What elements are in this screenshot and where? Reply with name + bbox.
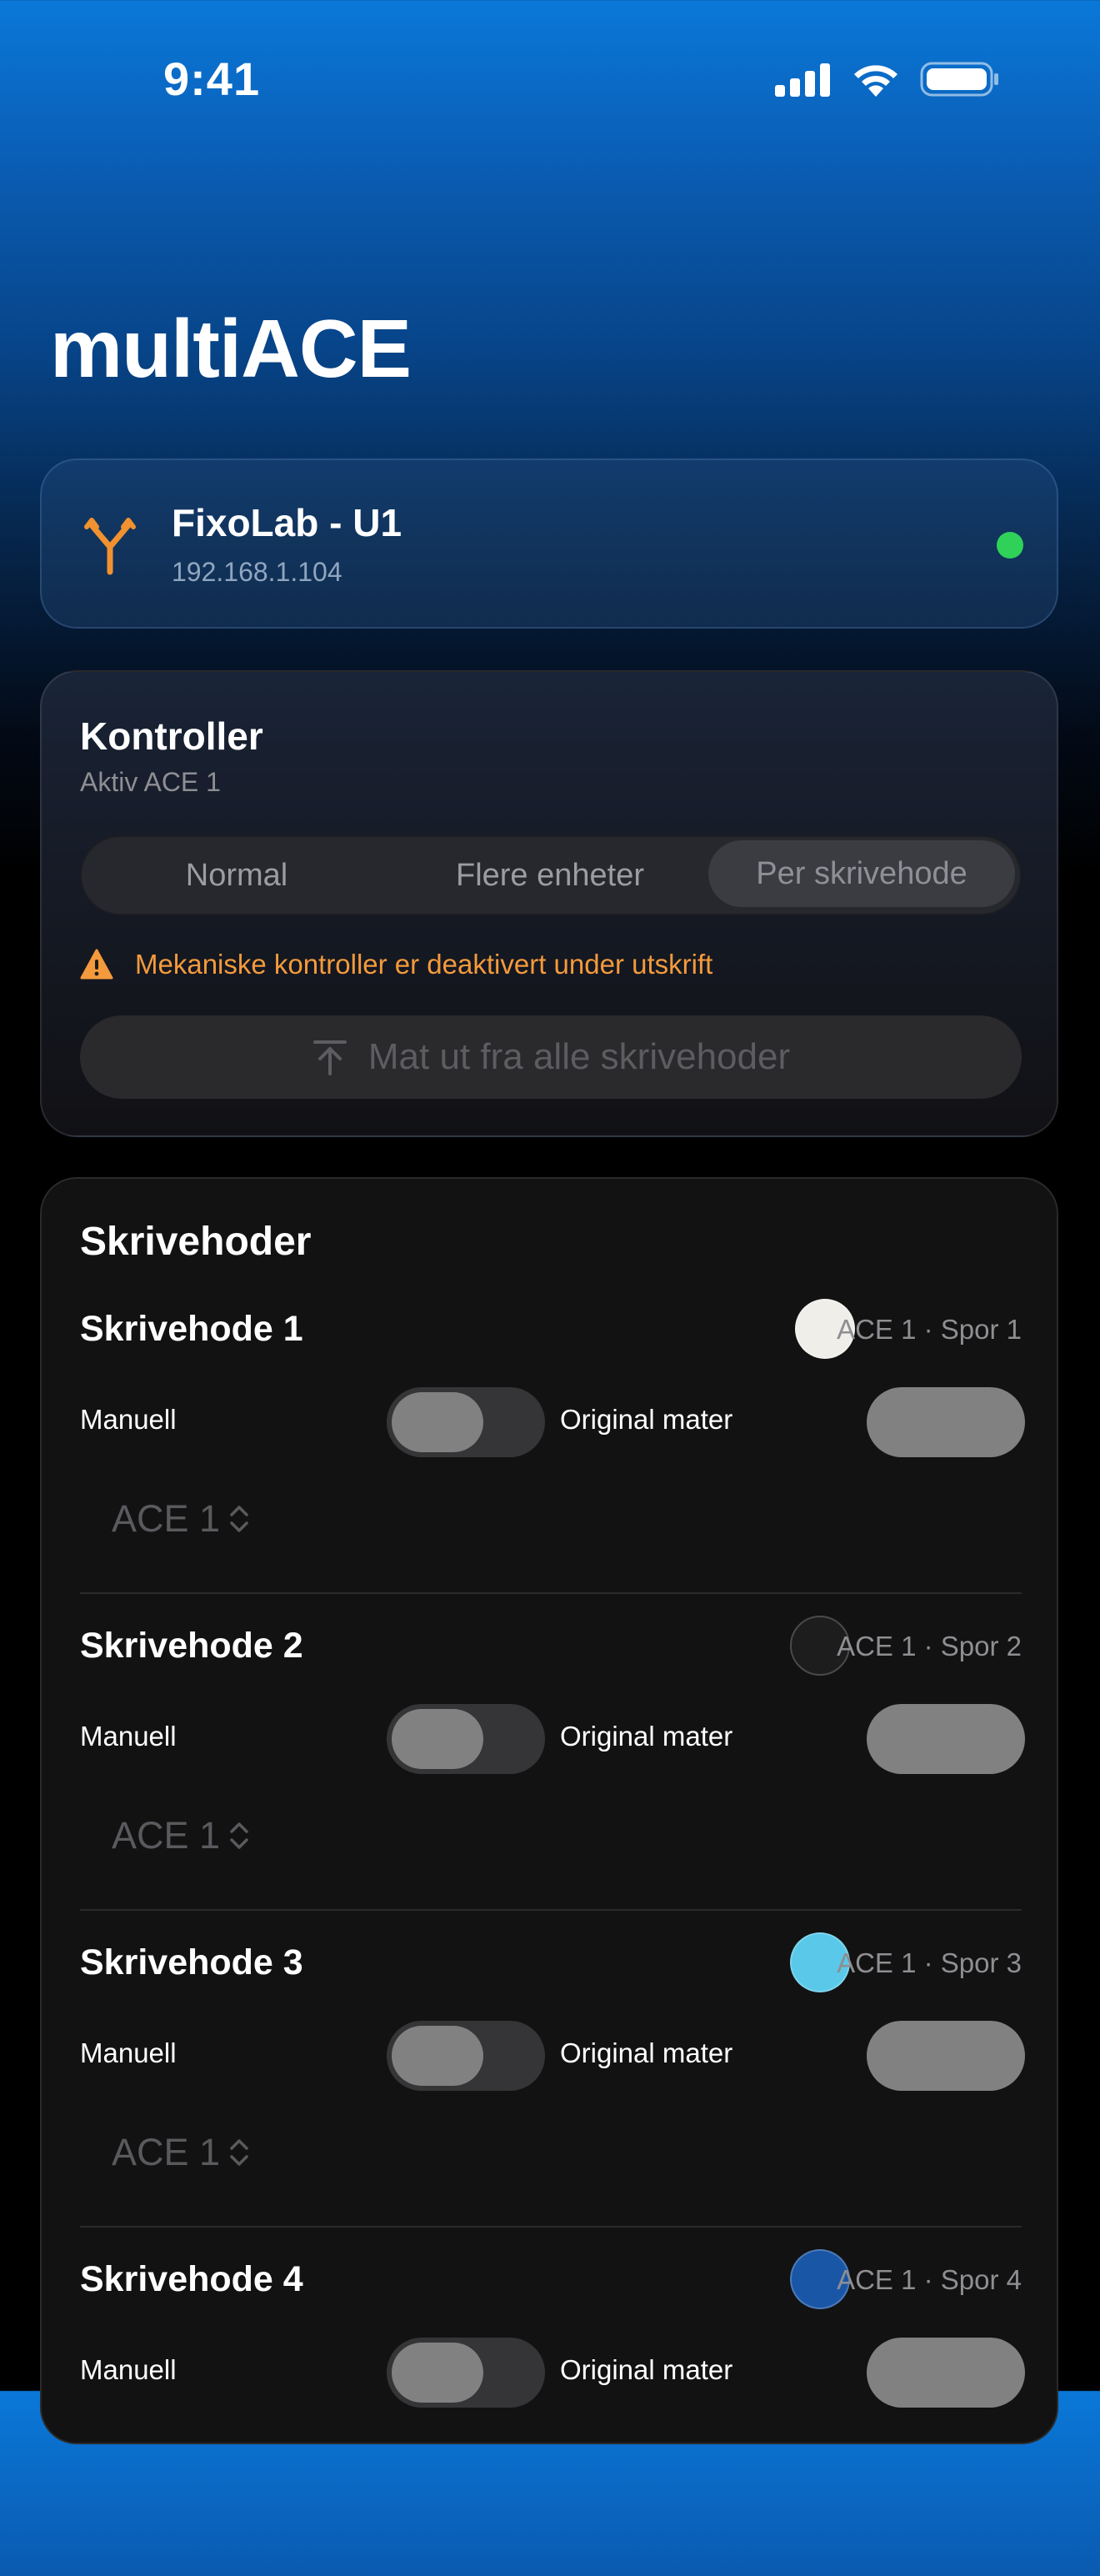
original-feeder-toggle[interactable]: [867, 1387, 1025, 1457]
page-title: multiACE: [50, 303, 412, 394]
segment-normal[interactable]: Normal: [82, 837, 392, 914]
original-feeder-toggle[interactable]: [867, 2021, 1025, 2091]
printhead-row: Skrivehode 1 ACE 1 · Spor 1 Manuell Orig…: [80, 1299, 1025, 1626]
manual-label: Manuell: [80, 1721, 177, 1752]
ace-select[interactable]: ACE 1: [112, 1497, 250, 1541]
original-feeder-toggle[interactable]: [867, 2338, 1025, 2408]
manual-toggle[interactable]: [387, 1387, 545, 1457]
manual-label: Manuell: [80, 2037, 177, 2068]
divider: [80, 2226, 1022, 2228]
printheads-card: Skrivehoder Skrivehode 1 ACE 1 · Spor 1 …: [40, 1177, 1058, 2444]
printhead-row: Skrivehode 3 ACE 1 · Spor 3 Manuell Orig…: [80, 1932, 1025, 2259]
chevron-up-down-icon: [230, 1822, 248, 1849]
ace-select-value: ACE 1: [112, 2131, 221, 2173]
controls-title: Kontroller: [80, 714, 263, 758]
ace-select[interactable]: ACE 1: [112, 2131, 250, 2174]
status-icons: [775, 58, 1000, 100]
wifi-icon: [854, 65, 898, 97]
original-feeder-label: Original mater: [560, 1404, 733, 1435]
warning-icon: [80, 949, 113, 980]
printhead-slot: ACE 1 · Spor 3: [837, 1947, 1022, 1978]
printhead-slot: ACE 1 · Spor 4: [837, 2264, 1022, 2295]
divider: [80, 1909, 1022, 1911]
toggle-knob: [392, 2343, 483, 2403]
eject-up-icon: [312, 1040, 347, 1075]
printhead-slot: ACE 1 · Spor 1: [837, 1314, 1022, 1345]
battery-icon: [920, 62, 998, 97]
toggle-knob: [392, 2026, 483, 2086]
toggle-knob: [392, 1392, 483, 1452]
device-ip: 192.168.1.104: [172, 557, 342, 587]
signal-icon: [775, 63, 830, 97]
manual-label: Manuell: [80, 1404, 177, 1435]
original-feeder-label: Original mater: [560, 2037, 733, 2068]
eject-all-button[interactable]: Mat ut fra alle skrivehoder: [80, 1015, 1022, 1099]
printhead-name: Skrivehode 2: [80, 1626, 303, 1666]
mode-segmented-control: Normal Flere enheter Per skrivehode: [80, 835, 1022, 915]
manual-toggle[interactable]: [387, 2338, 545, 2408]
printhead-name: Skrivehode 1: [80, 1309, 303, 1349]
original-feeder-label: Original mater: [560, 1721, 733, 1752]
ace-select-value: ACE 1: [112, 1814, 221, 1857]
warning-text: Mekaniske kontroller er deaktivert under…: [135, 949, 713, 980]
segment-multiple-devices[interactable]: Flere enheter: [395, 837, 705, 914]
connection-status-dot: [997, 532, 1023, 559]
controls-card: Kontroller Aktiv ACE 1 Normal Flere enhe…: [40, 670, 1058, 1137]
printheads-title: Skrivehoder: [80, 1220, 312, 1264]
divider: [80, 1592, 1022, 1594]
device-name: FixoLab - U1: [172, 501, 402, 544]
printhead-row: Skrivehode 2 ACE 1 · Spor 2 Manuell Orig…: [80, 1616, 1025, 1942]
chevron-up-down-icon: [230, 1506, 248, 1532]
printhead-name: Skrivehode 4: [80, 2259, 303, 2299]
ace-select-value: ACE 1: [112, 1497, 221, 1540]
chevron-up-down-icon: [230, 2139, 248, 2166]
status-time: 9:41: [163, 53, 261, 105]
manual-toggle[interactable]: [387, 1704, 545, 1774]
ace-select[interactable]: ACE 1: [112, 1814, 250, 1857]
printhead-slot: ACE 1 · Spor 2: [837, 1631, 1022, 1661]
printhead-row: Skrivehode 4 ACE 1 · Spor 4 Manuell Orig…: [80, 2249, 1025, 2576]
segment-per-printhead[interactable]: Per skrivehode: [708, 840, 1015, 907]
printhead-name: Skrivehode 3: [80, 1942, 303, 1982]
original-feeder-label: Original mater: [560, 2354, 733, 2385]
original-feeder-toggle[interactable]: [867, 1704, 1025, 1774]
manual-toggle[interactable]: [387, 2021, 545, 2091]
controls-subtitle: Aktiv ACE 1: [80, 767, 221, 797]
eject-all-label: Mat ut fra alle skrivehoder: [368, 1036, 791, 1077]
fork-icon: [84, 518, 136, 575]
manual-label: Manuell: [80, 2354, 177, 2385]
device-card[interactable]: FixoLab - U1 192.168.1.104: [40, 459, 1058, 629]
toggle-knob: [392, 1709, 483, 1769]
